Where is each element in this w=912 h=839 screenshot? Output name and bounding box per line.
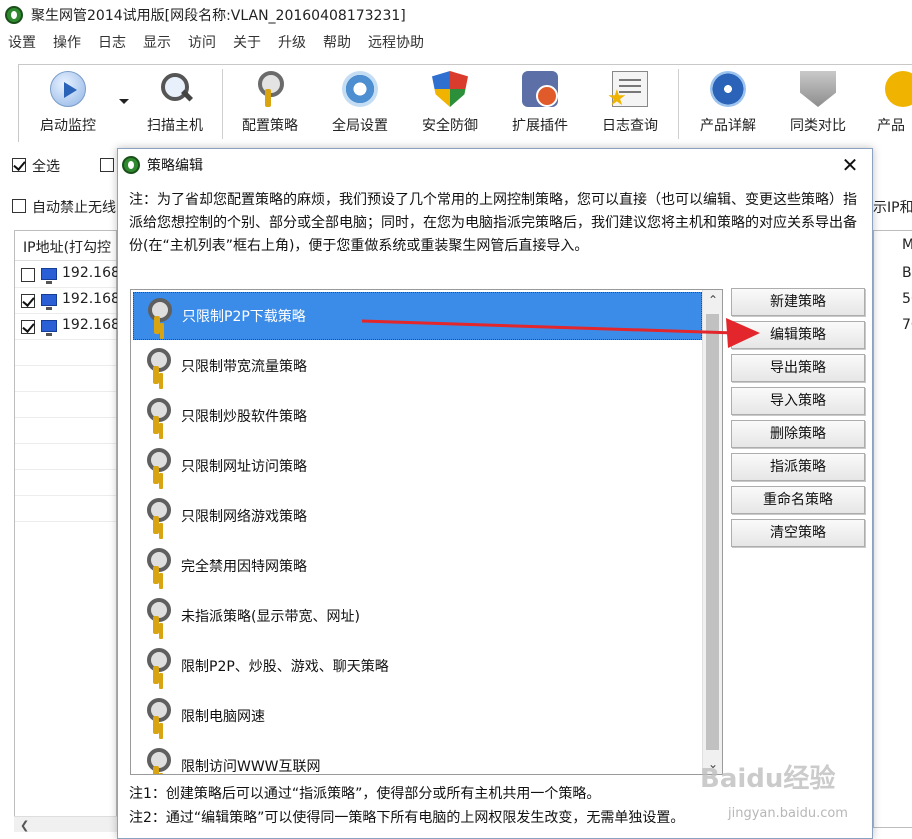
arrow-shaft xyxy=(361,319,736,335)
annotation-arrow xyxy=(361,318,760,348)
arrow-head xyxy=(726,318,760,348)
baidu-watermark-url: jingyan.baidu.com xyxy=(728,806,848,821)
baidu-watermark: Baidu经验 xyxy=(700,764,836,794)
